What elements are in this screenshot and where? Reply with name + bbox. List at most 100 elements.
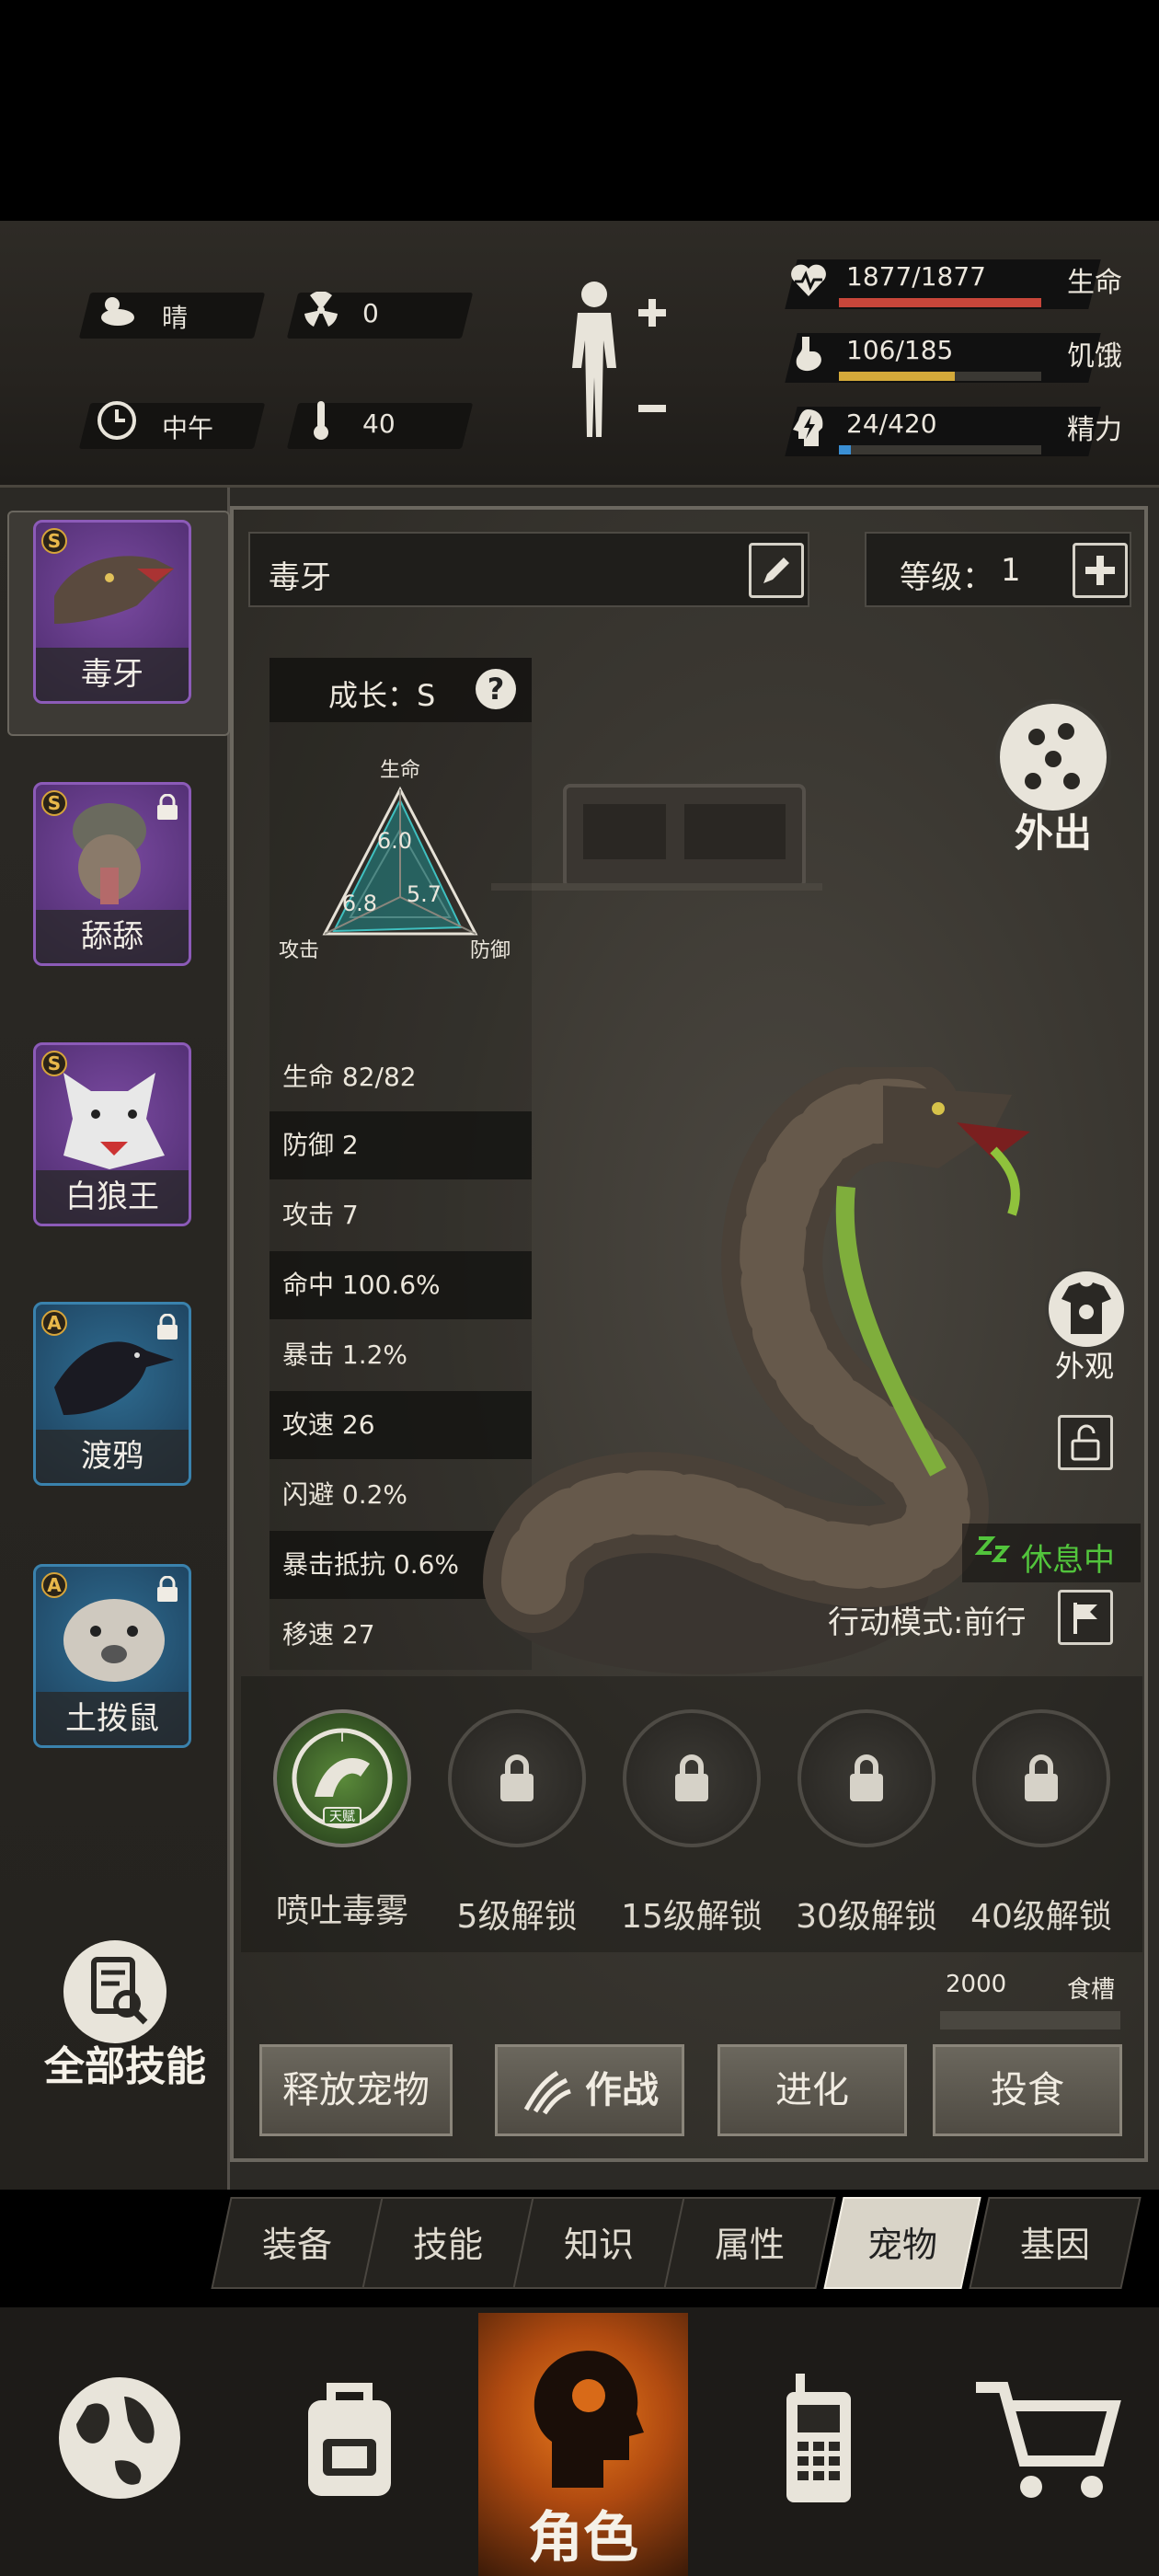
pet-name: 土拨鼠 [36, 1692, 189, 1745]
energy-bar [839, 445, 1041, 454]
growth-radar-chart: 生命 攻击 防御 6.0 6.8 5.7 [279, 759, 511, 962]
pet-card-tian-tian[interactable]: S 舔舔 [33, 782, 191, 966]
pet-card-bai-lang-wang[interactable]: S 白狼王 [33, 1042, 191, 1226]
vital-energy: 24/420 精力 [773, 397, 1141, 456]
nav-character-button[interactable]: 角色 [478, 2313, 688, 2576]
radiation-icon [296, 285, 346, 335]
energy-label: 精力 [1067, 414, 1122, 446]
level-value: 1 [1001, 552, 1021, 589]
nav-world-button[interactable] [28, 2318, 212, 2558]
shirt-paw-icon [1061, 1282, 1111, 1334]
plus-icon [1085, 556, 1115, 585]
walkie-talkie-icon [786, 2374, 851, 2502]
level-up-button[interactable] [1073, 543, 1128, 598]
nav-radio-button[interactable] [727, 2318, 911, 2558]
rank-badge: A [41, 1572, 67, 1598]
claw-icon [523, 2070, 571, 2115]
appearance-label: 外观 [1054, 1349, 1114, 1384]
pet-name: 舔舔 [36, 910, 189, 963]
weather-icon [92, 285, 142, 335]
tab-attributes-label: 属性 [714, 2225, 785, 2265]
skill-slot-locked[interactable] [972, 1709, 1110, 1847]
skill-label: 30级解锁 [796, 1898, 937, 1936]
radar-label-atk: 攻击 [279, 939, 319, 962]
temperature-value: 40 [362, 408, 396, 439]
skill-label: 40级解锁 [970, 1898, 1112, 1936]
appearance-button[interactable] [1045, 1268, 1128, 1351]
lock-toggle-button[interactable] [1058, 1415, 1113, 1470]
snake-portrait-icon [54, 556, 174, 624]
unlock-icon [1071, 1424, 1100, 1461]
outing-button[interactable] [995, 699, 1111, 815]
heart-pulse-icon [786, 258, 832, 304]
paw-prints-icon [1025, 723, 1080, 789]
level-label: 等级： [900, 559, 993, 596]
outing-label: 外出 [1014, 811, 1092, 856]
sleep-zzz-icon [975, 1536, 1011, 1562]
radar-label-def: 防御 [470, 939, 511, 962]
hunger-bar [839, 372, 1041, 381]
head-profile-icon [534, 2351, 644, 2488]
hunger-label: 饥饿 [1067, 340, 1122, 373]
lock-icon [500, 1754, 534, 1801]
nav-backpack-button[interactable] [258, 2318, 442, 2558]
skill-tier: I [339, 1727, 344, 1746]
pencil-icon [763, 558, 789, 583]
all-skills-label: 全部技能 [44, 2043, 206, 2090]
clock-icon [92, 396, 142, 445]
nav-shop-button[interactable] [957, 2318, 1141, 2558]
lock-icon [675, 1754, 708, 1801]
food-trough-bar [940, 2011, 1120, 2030]
food-trough-label: 食槽 [1067, 1976, 1116, 2004]
lock-icon [850, 1754, 883, 1801]
action-mode-button[interactable] [1058, 1590, 1113, 1645]
radar-value-def: 5.7 [407, 881, 442, 907]
evolve-button[interactable]: 进化 [717, 2044, 907, 2136]
help-icon[interactable]: ? [476, 669, 516, 709]
growth-label: 成长：S [328, 678, 436, 713]
pet-name-text: 毒牙 [269, 559, 331, 596]
health-value: 1877/1877 [846, 261, 986, 292]
flag-icon [1073, 1603, 1097, 1634]
release-pet-button[interactable]: 释放宠物 [259, 2044, 453, 2136]
pet-card-tu-bo-shu[interactable]: A 土拨鼠 [33, 1564, 191, 1748]
feed-button[interactable]: 投食 [933, 2044, 1122, 2136]
pet-name: 毒牙 [36, 648, 189, 701]
tab-skills-label: 技能 [412, 2225, 483, 2265]
lock-icon [1025, 1754, 1058, 1801]
weather-text: 晴 [162, 303, 189, 333]
radar-label-hp: 生命 [380, 759, 420, 782]
lock-icon [155, 1575, 179, 1604]
wolf-portrait-icon [63, 1073, 165, 1169]
action-mode-label: 行动模式:前行 [828, 1604, 1027, 1641]
body-status-icon[interactable] [561, 276, 671, 442]
health-label: 生命 [1067, 267, 1122, 299]
rest-state-label: 休息中 [1021, 1542, 1115, 1579]
battle-button[interactable]: 作战 [495, 2044, 684, 2136]
backpack-icon [308, 2383, 391, 2496]
pet-name-field: 毒牙 [248, 532, 809, 607]
pet-card-du-ya-raven[interactable]: A 渡鸦 [33, 1302, 191, 1486]
vital-health: 1877/1877 生命 [773, 250, 1141, 309]
pet-card-du-ya[interactable]: S 毒牙 [33, 520, 191, 704]
tab-pets-label: 宠物 [866, 2225, 937, 2265]
skill-label: 5级解锁 [456, 1898, 578, 1936]
radiation-value: 0 [362, 298, 379, 328]
rename-button[interactable] [749, 543, 804, 598]
skill-label: 喷吐毒雾 [275, 1892, 408, 1930]
skill-slot-locked[interactable] [623, 1709, 761, 1847]
skill-slot-locked[interactable] [448, 1709, 586, 1847]
radar-value-atk: 6.8 [342, 891, 377, 916]
lock-icon [155, 1313, 179, 1341]
pet-name: 渡鸦 [36, 1430, 189, 1483]
rank-badge: A [41, 1310, 67, 1336]
skill-slot-locked[interactable] [798, 1709, 935, 1847]
thermometer-icon [296, 396, 346, 445]
globe-icon [59, 2377, 180, 2499]
skill-spit-venom[interactable]: 天赋 I [273, 1709, 411, 1847]
tab-knowledge-label: 知识 [563, 2225, 634, 2265]
tab-equipment-label: 装备 [261, 2225, 332, 2265]
vital-hunger: 106/185 饥饿 [773, 324, 1141, 383]
health-bar [839, 298, 1041, 307]
venom-snake-skill-icon: 天赋 I [292, 1727, 393, 1829]
